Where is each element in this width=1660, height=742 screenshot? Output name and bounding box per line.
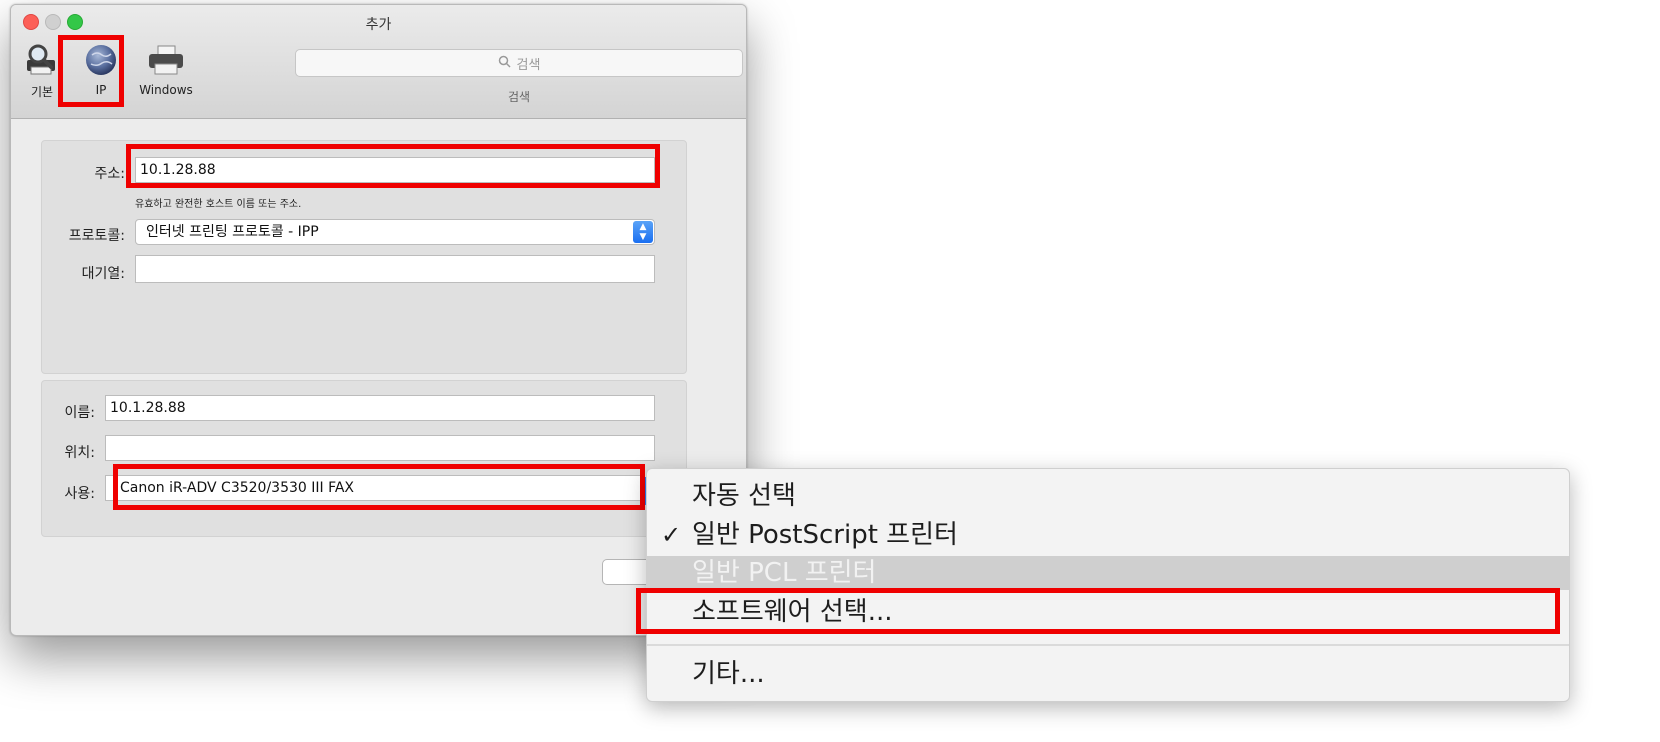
menu-item-generic-postscript[interactable]: ✓ 일반 PostScript 프린터 — [647, 518, 1569, 552]
printer-icon — [146, 45, 186, 80]
toolbar-windows-label: Windows — [139, 83, 193, 97]
menu-separator — [647, 644, 1569, 646]
protocol-value: 인터넷 프린팅 프로토콜 - IPP — [146, 224, 319, 240]
search-input[interactable]: 검색 — [295, 49, 743, 77]
annotation-address — [126, 144, 660, 188]
menu-item-label: 일반 PostScript 프린터 — [692, 520, 958, 550]
menu-item-auto-select[interactable]: 자동 선택 — [647, 479, 1569, 513]
menu-item-generic-pcl[interactable]: 일반 PCL 프린터 — [647, 556, 1569, 590]
annotation-select-software — [636, 588, 1560, 634]
window-title: 추가 — [365, 17, 392, 33]
toolbar-default-button[interactable]: 기본 — [21, 43, 63, 100]
name-label: 이름: — [64, 405, 95, 421]
search-label: 검색 — [507, 90, 531, 104]
location-field[interactable] — [105, 435, 655, 461]
protocol-select[interactable]: 인터넷 프린팅 프로토콜 - IPP ▲ ▼ — [135, 219, 655, 245]
menu-item-label: 기타... — [692, 659, 765, 689]
name-field[interactable]: 10.1.28.88 — [105, 395, 655, 421]
address-label: 주소: — [94, 166, 125, 182]
driver-menu: 자동 선택 ✓ 일반 PostScript 프린터 일반 PCL 프린터 소프트… — [646, 468, 1570, 702]
location-label: 위치: — [64, 445, 95, 461]
queue-label: 대기열: — [81, 266, 125, 282]
toolbar-default-label: 기본 — [30, 85, 54, 99]
popup-arrows-icon: ▲ ▼ — [633, 221, 653, 243]
menu-item-label: 자동 선택 — [692, 481, 796, 511]
toolbar-windows-button[interactable]: Windows — [131, 43, 201, 97]
menu-item-label: 일반 PCL 프린터 — [692, 558, 877, 588]
search-placeholder: 검색 — [516, 57, 541, 73]
annotation-ip-tab — [58, 35, 124, 107]
checkmark-icon: ✓ — [661, 521, 682, 549]
annotation-use — [113, 464, 645, 510]
use-label: 사용: — [64, 486, 95, 502]
address-hint: 유효하고 완전한 호스트 이름 또는 주소. — [135, 199, 302, 210]
magnifier-printer-icon — [24, 44, 60, 80]
queue-field[interactable] — [135, 255, 655, 283]
menu-item-other[interactable]: 기타... — [647, 657, 1569, 691]
search-icon — [498, 55, 511, 72]
protocol-label: 프로토콜: — [68, 228, 125, 244]
